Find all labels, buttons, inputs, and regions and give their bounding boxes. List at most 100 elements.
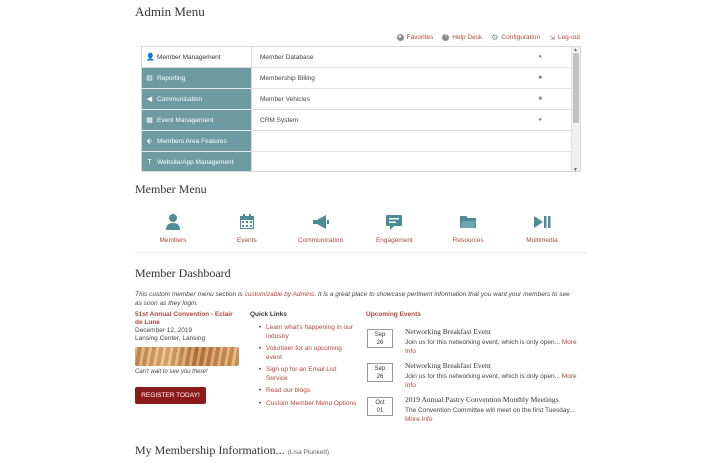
- convention-location: Lansing Center, Lansing: [135, 335, 206, 342]
- member-dashboard-title: Member Dashboard: [135, 266, 231, 280]
- convention-title[interactable]: 51st Annual Convention - Eclair de Lune: [135, 311, 240, 327]
- scroll-down-icon[interactable]: ▼: [573, 167, 578, 171]
- calendar-icon: ▦: [146, 117, 153, 124]
- admin-subitem-membership-billing[interactable]: Membership Billing ■: [252, 68, 572, 89]
- member-menu-multimedia[interactable]: Multimedia: [509, 213, 575, 252]
- admin-category-label: Member Management: [157, 53, 221, 61]
- folder-icon: [460, 216, 477, 228]
- help-desk-link[interactable]: ? Help Desk: [442, 33, 482, 42]
- member-menu-label: Communication: [298, 237, 344, 244]
- member-menu: Members Events Communication Engagement …: [135, 213, 587, 253]
- admin-category-label: Event Management: [157, 116, 214, 124]
- member-menu-label: Engagement: [375, 237, 413, 244]
- admin-subitem-label: Member Database: [260, 53, 314, 61]
- event-body: Join us for this networking event, which…: [405, 373, 577, 390]
- event-month: Oct: [375, 400, 385, 406]
- member-menu-engagement[interactable]: Engagement: [361, 213, 427, 252]
- convention-caption: Can't wait to see you there!: [135, 369, 208, 375]
- event-day: 26: [376, 374, 384, 380]
- video-icon: ■: [538, 75, 542, 81]
- admin-category-communication[interactable]: ◀ Communication: [142, 89, 251, 110]
- chat-icon: [386, 215, 403, 230]
- more-info-link[interactable]: More Info: [405, 416, 432, 423]
- event-day: 01: [376, 408, 384, 414]
- member-menu-label: Events: [236, 237, 257, 244]
- user-icon: 👤: [146, 54, 155, 61]
- admin-category-label: Members Area Features: [157, 137, 227, 145]
- top-links: ★ Favorites ? Help Desk ⚙ Configuration ⇲ Lo…: [396, 33, 580, 42]
- event-day: 26: [376, 340, 384, 346]
- upcoming-events-heading: Upcoming Events: [366, 311, 421, 318]
- admin-panel: 👤 Member Management ▤ Reporting ◀ Communica…: [141, 46, 581, 172]
- quick-link[interactable]: Volunteer for an upcoming event: [250, 345, 358, 362]
- event-item: Sep 26 Networking Breakfast Event Join us…: [366, 327, 581, 361]
- event-body: The Convention Committee will meet on th…: [405, 407, 577, 424]
- quick-link[interactable]: Read our blogs: [250, 387, 358, 396]
- member-menu-label: Members: [159, 237, 187, 244]
- help-desk-label: Help Desk: [452, 34, 483, 41]
- event-summary: Join us for this networking event, which…: [405, 339, 560, 346]
- event-body: Join us for this networking event, which…: [405, 339, 577, 356]
- logout-link[interactable]: ⇲ Log-out: [549, 33, 580, 42]
- event-name[interactable]: Networking Breakfast Event: [405, 327, 491, 336]
- customizable-link[interactable]: customizable by Admins: [244, 291, 314, 298]
- admin-subitem-label: Member Vehicles: [260, 95, 310, 103]
- info-icon: ●: [538, 117, 542, 123]
- membership-user-name: (Lisa Plunkett): [287, 449, 330, 456]
- configuration-label: Configuration: [501, 34, 541, 41]
- play-pause-icon: [533, 216, 551, 228]
- admin-category-reporting[interactable]: ▤ Reporting: [142, 68, 251, 89]
- event-item: Sep 26 Networking Breakfast Event Join us…: [366, 361, 581, 395]
- convention-date: December 12, 2019: [135, 327, 193, 334]
- person-icon: [166, 214, 180, 230]
- admin-category-label: Website/App Management: [157, 158, 234, 166]
- admin-category-event-management[interactable]: ▦ Event Management: [142, 110, 251, 131]
- info-icon: ●: [538, 54, 542, 60]
- admin-scrollbar[interactable]: ▲ ▼: [571, 47, 580, 171]
- event-name[interactable]: Networking Breakfast Event: [405, 361, 491, 370]
- member-menu-communication[interactable]: Communication: [288, 213, 354, 252]
- quick-link[interactable]: Sign up for an Email List Service: [250, 366, 358, 383]
- admin-category-member-management[interactable]: 👤 Member Management: [142, 47, 251, 68]
- event-date-badge: Oct 01: [367, 397, 393, 416]
- admin-category-members-area-features[interactable]: ⬖ Members Area Features: [142, 131, 251, 152]
- admin-category-label: Communication: [157, 95, 203, 103]
- admin-category-label: Reporting: [157, 74, 186, 82]
- dashboard-description: This custom member menu section is custo…: [135, 290, 575, 308]
- logout-label: Log-out: [557, 34, 580, 41]
- member-menu-resources[interactable]: Resources: [435, 213, 501, 252]
- convention-card: 51st Annual Convention - Eclair de Lune …: [135, 311, 240, 404]
- tag-icon: ⬖: [146, 138, 153, 145]
- upcoming-events: Upcoming Events Sep 26 Networking Breakfa…: [366, 311, 581, 429]
- logout-icon: ⇲: [549, 34, 555, 42]
- text-icon: T: [147, 158, 152, 166]
- admin-subitem-crm-system[interactable]: CRM System ●: [252, 110, 572, 131]
- admin-subitem-member-database[interactable]: Member Database ●: [252, 47, 572, 68]
- scroll-thumb[interactable]: [573, 53, 579, 123]
- admin-category-website-app-management[interactable]: T Website/App Management: [142, 152, 251, 171]
- favorites-label: Favorites: [406, 34, 434, 41]
- event-date-badge: Sep 26: [367, 329, 393, 348]
- admin-subitem-member-vehicles[interactable]: Member Vehicles ■: [252, 89, 572, 110]
- event-month: Sep: [374, 366, 386, 372]
- description-text: This custom member menu section is: [135, 291, 245, 298]
- member-menu-events[interactable]: Events: [214, 213, 280, 252]
- register-button[interactable]: REGISTER TODAY!: [135, 387, 206, 404]
- favorites-link[interactable]: ★ Favorites: [396, 33, 434, 42]
- configuration-link[interactable]: ⚙ Configuration: [491, 33, 540, 42]
- gear-icon: ⚙: [491, 33, 499, 42]
- admin-menu-title: Admin Menu: [135, 4, 205, 19]
- member-menu-title: Member Menu: [135, 182, 207, 196]
- help-icon: ?: [442, 34, 450, 41]
- megaphone-icon: [312, 215, 329, 229]
- admin-subitem-list: Member Database ● Membership Billing ■ Mem…: [251, 47, 572, 171]
- admin-subitem-empty: [252, 131, 572, 152]
- event-name[interactable]: 2019 Annual Pastry Convention Monthly Me…: [405, 395, 559, 404]
- calendar-icon: [239, 214, 254, 229]
- quick-link[interactable]: Learn what's happening in our industry: [250, 324, 358, 341]
- megaphone-icon: ◀: [146, 96, 153, 103]
- member-menu-label: Multimedia: [526, 237, 558, 244]
- quick-links-heading: Quick Links: [250, 311, 287, 318]
- member-menu-members[interactable]: Members: [140, 213, 206, 252]
- quick-link[interactable]: Custom Member Menu Options: [250, 400, 358, 409]
